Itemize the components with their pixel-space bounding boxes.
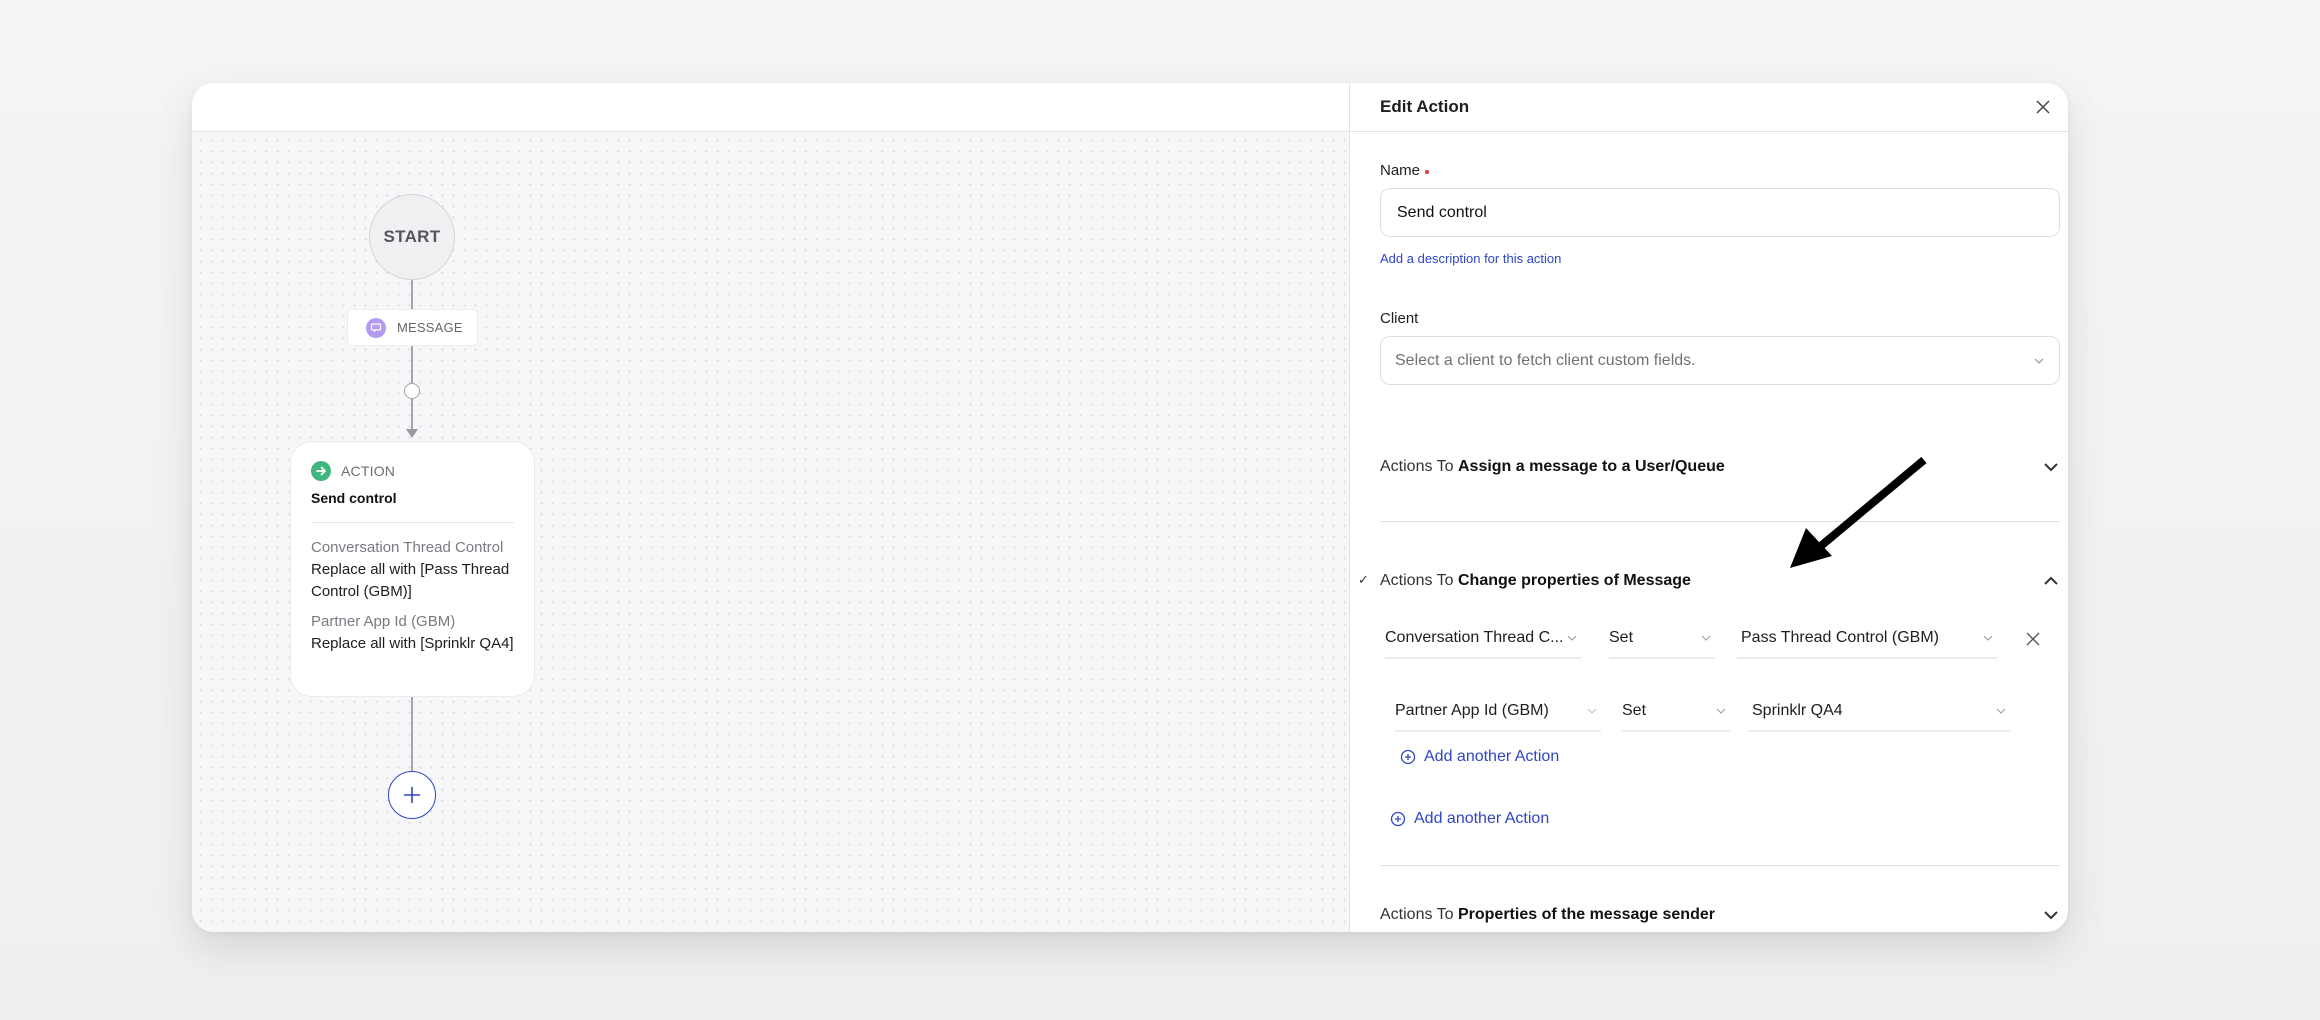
chevron-down-icon (1567, 635, 1577, 641)
chat-bubble-icon (366, 317, 386, 338)
arrow-right-circle-icon (311, 461, 331, 481)
chevron-down-icon (1587, 708, 1597, 714)
section-change-properties[interactable]: ✓ Actions To Change properties of Messag… (1358, 561, 2060, 601)
divider (1380, 521, 2060, 522)
add-node-button[interactable] (388, 771, 436, 819)
section-message-sender[interactable]: Actions To Properties of the message sen… (1380, 895, 2060, 932)
add-action-label: Add another Action (1424, 748, 1560, 765)
section-prefix: Actions To (1380, 906, 1454, 923)
property-value: Replace all with [Sprinklr QA4] (311, 635, 514, 652)
value-dropdown[interactable]: Pass Thread Control (GBM) (1737, 619, 1997, 659)
close-button[interactable] (2034, 98, 2052, 116)
field-dropdown-value: Partner App Id (GBM) (1395, 702, 1549, 719)
divider (1380, 865, 2060, 866)
operator-dropdown-value: Set (1609, 629, 1634, 646)
panel-body: Name Send control Add a description for … (1350, 162, 2068, 932)
name-label-text: Name (1380, 162, 1421, 179)
chevron-down-icon (2034, 358, 2044, 364)
add-another-action-inner[interactable]: Add another Action (1400, 748, 2058, 766)
add-another-action-outer[interactable]: Add another Action (1390, 810, 2058, 828)
chevron-down-icon[interactable] (2042, 461, 2060, 473)
section-prefix: Actions To (1380, 458, 1454, 475)
chevron-down-icon (1996, 708, 2006, 714)
app-window: START MESSAGE ACTION Send control Conver… (192, 83, 2068, 932)
edit-action-panel: Edit Action Name Send control Add a desc… (1349, 83, 2068, 932)
property-label: Conversation Thread Control (311, 539, 504, 556)
name-input-value: Send control (1397, 203, 1487, 221)
close-icon (2026, 632, 2040, 646)
edge-junction-action (411, 399, 413, 431)
client-select-placeholder: Select a client to fetch client custom f… (1395, 351, 1696, 369)
section-name: Assign a message to a User/Queue (1457, 458, 1725, 475)
action-node-card[interactable]: ACTION Send control Conversation Thread … (290, 441, 535, 697)
rule-row: Conversation Thread C... Set Pass Thread… (1380, 617, 2058, 661)
value-dropdown[interactable]: Sprinklr QA4 (1748, 692, 2010, 732)
client-field-label: Client (1380, 310, 2058, 327)
name-field-label: Name (1380, 162, 2058, 179)
edge-start-message (411, 280, 413, 309)
action-property: Partner App Id (GBM) Replace all with [S… (311, 611, 514, 655)
rule-row: Partner App Id (GBM) Set Sprinklr QA4 (1380, 690, 2058, 734)
add-action-label: Add another Action (1414, 810, 1550, 827)
message-node[interactable]: MESSAGE (347, 309, 478, 346)
flow-canvas[interactable]: START MESSAGE ACTION Send control Conver… (192, 83, 1349, 932)
edge-action-add (411, 697, 413, 771)
section-title: Actions To Assign a message to a User/Qu… (1380, 458, 1725, 476)
junction-node[interactable] (404, 383, 420, 399)
start-label: START (383, 227, 441, 246)
divider (311, 522, 514, 523)
section-name: Change properties of Message (1457, 572, 1691, 589)
field-dropdown[interactable]: Conversation Thread C... (1385, 619, 1581, 659)
plus-circle-icon (1390, 811, 1406, 827)
field-dropdown-value: Conversation Thread C... (1385, 629, 1564, 646)
chevron-down-icon (1701, 635, 1711, 641)
panel-title: Edit Action (1380, 97, 1470, 116)
remove-rule-button[interactable] (2025, 631, 2041, 647)
plus-icon (404, 787, 420, 803)
chevron-down-icon[interactable] (2042, 909, 2060, 921)
operator-dropdown[interactable]: Set (1609, 619, 1715, 659)
property-value: Replace all with [Pass Thread Control (G… (311, 561, 510, 600)
edge-message-junction (411, 346, 413, 383)
section-prefix: Actions To (1380, 572, 1454, 589)
canvas-toolbar (192, 83, 1349, 132)
plus-circle-icon (1400, 749, 1416, 765)
close-icon (2036, 100, 2050, 114)
section-title: Actions To Change properties of Message (1380, 572, 1691, 590)
message-label: MESSAGE (397, 320, 463, 335)
operator-dropdown[interactable]: Set (1622, 692, 1730, 732)
name-input[interactable]: Send control (1380, 188, 2060, 237)
chevron-down-icon (1983, 635, 1993, 641)
section-assign-message[interactable]: Actions To Assign a message to a User/Qu… (1380, 447, 2060, 487)
value-dropdown-value: Sprinklr QA4 (1752, 702, 1843, 719)
client-label-text: Client (1380, 310, 1419, 327)
action-type-label: ACTION (341, 463, 396, 479)
start-node[interactable]: START (369, 194, 455, 280)
section-title: Actions To Properties of the message sen… (1380, 906, 1715, 924)
section-name: Properties of the message sender (1457, 906, 1715, 923)
value-dropdown-value: Pass Thread Control (GBM) (1741, 629, 1939, 646)
action-name: Send control (311, 490, 397, 506)
required-indicator (1425, 170, 1430, 174)
property-label: Partner App Id (GBM) (311, 613, 456, 630)
add-description-link[interactable]: Add a description for this action (1380, 251, 1561, 266)
arrow-down-icon (406, 429, 418, 438)
client-select[interactable]: Select a client to fetch client custom f… (1380, 336, 2060, 385)
check-icon: ✓ (1358, 572, 1369, 587)
chevron-down-icon (1716, 708, 1726, 714)
field-dropdown[interactable]: Partner App Id (GBM) (1395, 692, 1601, 732)
operator-dropdown-value: Set (1622, 702, 1647, 719)
canvas-grid[interactable]: START MESSAGE ACTION Send control Conver… (192, 132, 1349, 932)
panel-header: Edit Action (1350, 83, 2068, 132)
action-property: Conversation Thread Control Replace all … (311, 537, 514, 603)
chevron-up-icon[interactable] (2042, 575, 2060, 587)
